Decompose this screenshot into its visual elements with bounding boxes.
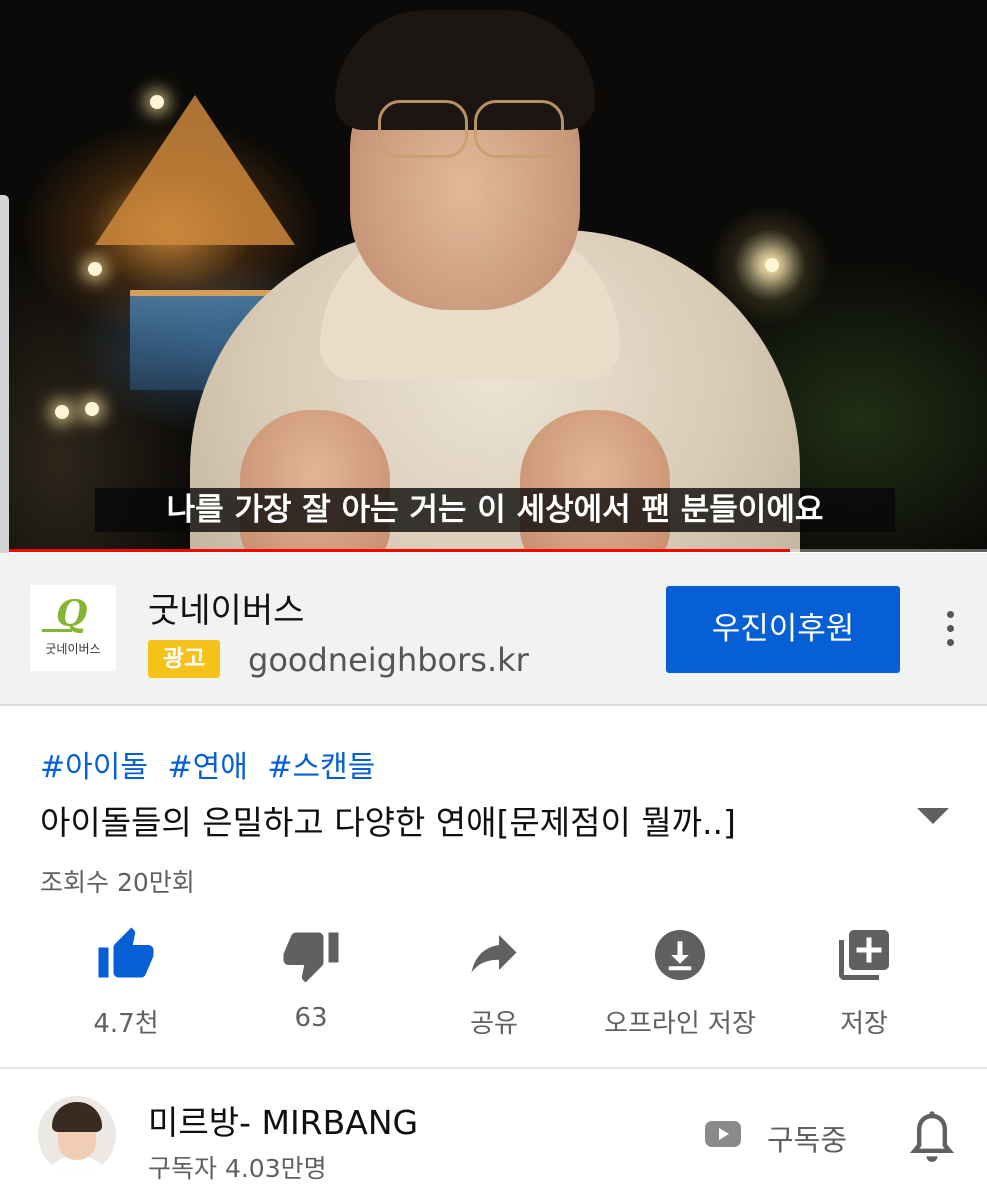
share-button[interactable]: 공유 xyxy=(414,925,574,1045)
expand-description-icon[interactable] xyxy=(917,808,949,824)
channel-name[interactable]: 미르방- MIRBANG xyxy=(148,1096,418,1144)
logo-underline xyxy=(42,629,72,632)
dislike-count: 63 xyxy=(294,1003,328,1033)
view-count: 조회수 20만회 xyxy=(40,868,195,897)
ad-banner[interactable]: Q 굿네이버스 굿네이버스 광고 goodneighbors.kr 우진이후원 xyxy=(0,553,987,706)
ad-cta-button[interactable]: 우진이후원 xyxy=(666,586,900,673)
glasses-left-lens xyxy=(378,100,468,158)
thumb-down-icon xyxy=(283,932,339,983)
ad-url[interactable]: goodneighbors.kr xyxy=(248,641,529,679)
share-label: 공유 xyxy=(470,1009,518,1039)
download-label: 오프라인 저장 xyxy=(604,1009,756,1039)
background-lamp xyxy=(55,405,69,419)
background-lamp xyxy=(85,402,99,416)
like-button[interactable]: 4.7천 xyxy=(46,925,206,1045)
save-to-playlist-button[interactable]: 저장 xyxy=(784,925,944,1045)
edge-scroll-handle[interactable] xyxy=(0,195,9,590)
notification-bell-icon[interactable] xyxy=(910,1110,954,1166)
glasses-right-lens xyxy=(474,100,564,158)
background-lamp xyxy=(88,262,102,276)
hashtag-list: #아이돌 #연애 #스캔들 xyxy=(40,742,385,786)
thumb-up-icon xyxy=(98,927,154,978)
background-lamp xyxy=(765,258,779,272)
dislike-button[interactable]: 63 xyxy=(231,925,391,1045)
advertiser-logo[interactable]: Q 굿네이버스 xyxy=(30,585,116,671)
avatar-hair xyxy=(52,1102,102,1132)
subscriber-count: 구독자 4.03만명 xyxy=(148,1154,327,1183)
playlist-add-icon xyxy=(839,930,889,980)
progress-bar[interactable] xyxy=(0,549,987,552)
video-title[interactable]: 아이돌들의 은밀하고 다양한 연애[문제점이 뭘까..] xyxy=(40,796,736,844)
download-icon xyxy=(655,930,705,980)
share-icon xyxy=(471,935,517,973)
ad-badge: 광고 xyxy=(148,640,220,678)
video-player[interactable]: 나를 가장 잘 아는 거는 이 세상에서 팬 분들이에요 xyxy=(0,0,987,552)
ad-title[interactable]: 굿네이버스 xyxy=(148,583,304,632)
hashtag-link[interactable]: #스캔들 xyxy=(267,750,375,785)
hashtag-link[interactable]: #아이돌 xyxy=(40,750,148,785)
logo-text: 굿네이버스 xyxy=(45,642,101,656)
download-button[interactable]: 오프라인 저장 xyxy=(600,925,760,1045)
youtube-logo-icon xyxy=(705,1121,741,1147)
section-divider xyxy=(0,1067,987,1069)
channel-avatar[interactable] xyxy=(38,1096,116,1174)
background-pavilion xyxy=(95,95,295,245)
video-caption: 나를 가장 잘 아는 거는 이 세상에서 팬 분들이에요 xyxy=(95,488,895,532)
progress-bar-played xyxy=(0,549,790,552)
like-count: 4.7천 xyxy=(93,1009,159,1039)
hashtag-link[interactable]: #연애 xyxy=(167,750,247,785)
save-label: 저장 xyxy=(840,1009,888,1039)
more-options-icon[interactable] xyxy=(937,609,965,649)
subscribed-label: 구독중 xyxy=(767,1123,848,1157)
background-lamp xyxy=(150,95,164,109)
